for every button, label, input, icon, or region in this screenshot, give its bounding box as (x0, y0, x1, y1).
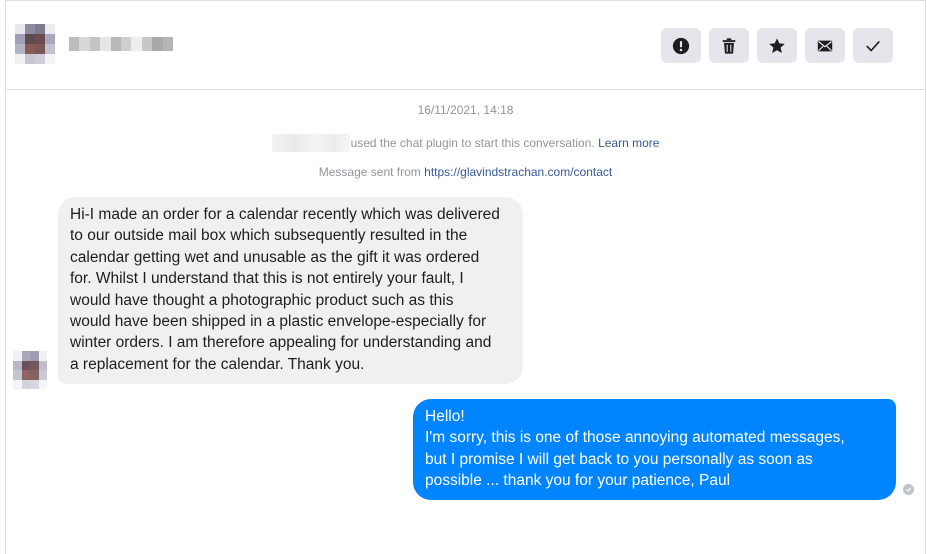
report-button[interactable] (661, 28, 701, 63)
trash-icon (722, 37, 736, 54)
outgoing-message-bubble[interactable]: Hello! I'm sorry, this is one of those a… (413, 399, 896, 500)
sender-avatar[interactable] (13, 351, 47, 389)
mark-unread-button[interactable] (805, 28, 845, 63)
learn-more-link[interactable]: Learn more (598, 136, 659, 150)
plugin-notice-text: used the chat plugin to start this conve… (350, 136, 595, 150)
star-icon (769, 37, 785, 53)
delete-button[interactable] (709, 28, 749, 63)
read-receipt-icon (903, 484, 914, 495)
sent-from-url-link[interactable]: https://glavindstrachan.com/contact (424, 165, 612, 179)
contact-name-redacted (69, 37, 174, 51)
contact-avatar[interactable] (15, 24, 55, 64)
plugin-notice: used the chat plugin to start this conve… (6, 134, 925, 152)
star-button[interactable] (757, 28, 797, 63)
mark-done-button[interactable] (853, 28, 893, 63)
message-timestamp: 16/11/2021, 14:18 (417, 103, 514, 117)
conversation-panel: 16/11/2021, 14:18 used the chat plugin t… (5, 0, 926, 554)
envelope-icon (817, 40, 833, 51)
exclamation-circle-icon (672, 37, 690, 54)
incoming-message-bubble[interactable]: Hi-I made an order for a calendar recent… (58, 197, 523, 384)
conversation-header (6, 1, 925, 90)
checkmark-icon (866, 40, 880, 51)
user-name-redacted (271, 134, 350, 152)
sent-from-label: Message sent from (318, 165, 421, 179)
sent-from-notice: Message sent from https://glavindstracha… (6, 165, 925, 179)
conversation-toolbar (661, 28, 893, 63)
